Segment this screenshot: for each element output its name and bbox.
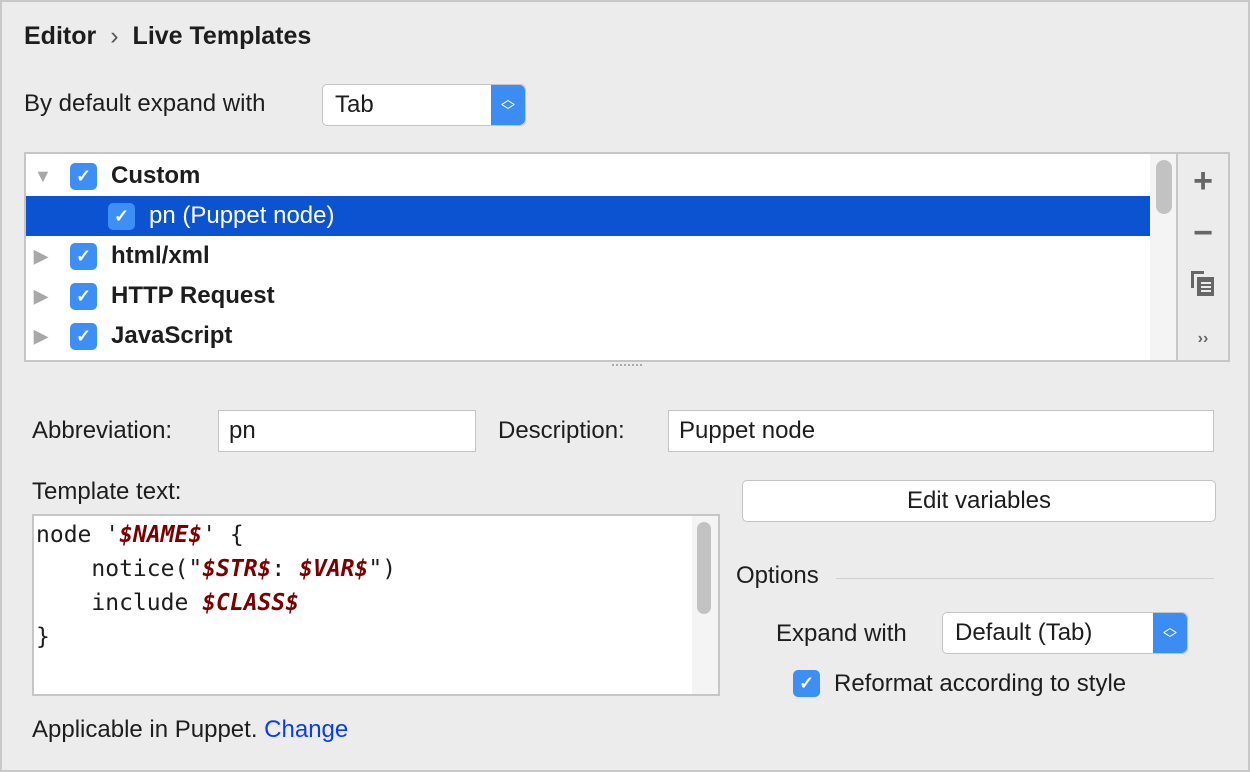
checkbox[interactable]: ✓ xyxy=(70,283,97,310)
options-divider xyxy=(836,578,1214,579)
code-line: } xyxy=(36,620,718,654)
collapsed-triangle-icon[interactable]: ▶ xyxy=(34,246,50,267)
add-icon[interactable]: + xyxy=(1178,162,1228,201)
applicable-context: Applicable in Puppet. Change xyxy=(32,716,348,744)
more-icon[interactable]: ›› xyxy=(1178,330,1228,348)
description-label: Description: xyxy=(498,417,625,445)
template-variable: $STR$ xyxy=(202,556,271,582)
checkbox[interactable]: ✓ xyxy=(70,323,97,350)
code-line: notice("$STR$: $VAR$") xyxy=(36,552,718,586)
collapsed-triangle-icon[interactable]: ▶ xyxy=(34,286,50,307)
reformat-label[interactable]: Reformat according to style xyxy=(834,670,1126,698)
chevron-updown-icon: ︿﹀ xyxy=(1153,613,1187,653)
tree-item-label: JavaScript xyxy=(111,322,232,350)
abbreviation-input[interactable]: pn xyxy=(218,410,476,452)
tree-toolbar: + − ›› xyxy=(1178,154,1228,360)
code-line: include $CLASS$ xyxy=(36,586,718,620)
checkbox[interactable]: ✓ xyxy=(70,243,97,270)
breadcrumb-parent[interactable]: Editor xyxy=(24,22,96,50)
tree-group-custom[interactable]: ▼ ✓ Custom xyxy=(26,156,1150,196)
breadcrumb-separator: › xyxy=(110,22,118,50)
template-text-label: Template text: xyxy=(32,478,181,506)
chevron-updown-icon: ︿﹀ xyxy=(491,85,525,125)
tree-group-html-xml[interactable]: ▶ ✓ html/xml xyxy=(26,236,1150,276)
tree-item-label: HTTP Request xyxy=(111,282,275,310)
checkbox[interactable]: ✓ xyxy=(108,203,135,230)
page-title: Live Templates xyxy=(133,22,312,50)
tree-scrollbar[interactable] xyxy=(1150,154,1178,360)
splitter-handle[interactable] xyxy=(612,364,642,370)
collapsed-triangle-icon[interactable]: ▶ xyxy=(34,326,50,347)
template-variable: $CLASS$ xyxy=(202,590,299,616)
remove-icon[interactable]: − xyxy=(1178,214,1228,253)
reformat-checkbox[interactable]: ✓ xyxy=(793,670,820,697)
template-variable: $NAME$ xyxy=(119,522,202,548)
change-link[interactable]: Change xyxy=(264,716,348,743)
scrollbar-thumb[interactable] xyxy=(697,522,711,614)
expand-with-select[interactable]: Default (Tab) ︿﹀ xyxy=(942,612,1188,654)
copy-icon[interactable] xyxy=(1178,270,1228,305)
editor-scrollbar[interactable] xyxy=(692,516,718,694)
options-title: Options xyxy=(736,562,819,590)
tree-item-pn[interactable]: ✓ pn (Puppet node) xyxy=(26,196,1150,236)
expanded-triangle-icon[interactable]: ▼ xyxy=(34,166,50,187)
expand-with-value: Default (Tab) xyxy=(955,619,1092,647)
tree-item-label: pn (Puppet node) xyxy=(149,202,334,230)
template-text-editor[interactable]: node '$NAME$' { notice("$STR$: $VAR$") i… xyxy=(32,514,720,696)
edit-variables-button[interactable]: Edit variables xyxy=(742,480,1216,522)
breadcrumb: Editor › Live Templates xyxy=(24,22,311,51)
code-line: node '$NAME$' { xyxy=(36,518,718,552)
template-tree: ▼ ✓ Custom ✓ pn (Puppet node) ▶ ✓ html/xml ▶ ✓… xyxy=(24,152,1230,362)
scrollbar-thumb[interactable] xyxy=(1156,160,1172,214)
tree-item-label: html/xml xyxy=(111,242,210,270)
expand-with-label: Expand with xyxy=(776,620,907,648)
tree-group-http-request[interactable]: ▶ ✓ HTTP Request xyxy=(26,276,1150,316)
checkbox[interactable]: ✓ xyxy=(70,163,97,190)
template-variable: $VAR$ xyxy=(299,556,368,582)
tree-item-label: Custom xyxy=(111,162,200,190)
tree-group-javascript[interactable]: ▶ ✓ JavaScript xyxy=(26,316,1150,356)
abbreviation-label: Abbreviation: xyxy=(32,417,172,445)
expand-default-value: Tab xyxy=(335,91,374,119)
expand-default-select[interactable]: Tab ︿﹀ xyxy=(322,84,526,126)
applicable-text: Applicable in Puppet. xyxy=(32,716,258,743)
description-input[interactable]: Puppet node xyxy=(668,410,1214,452)
expand-default-label: By default expand with xyxy=(24,90,266,118)
